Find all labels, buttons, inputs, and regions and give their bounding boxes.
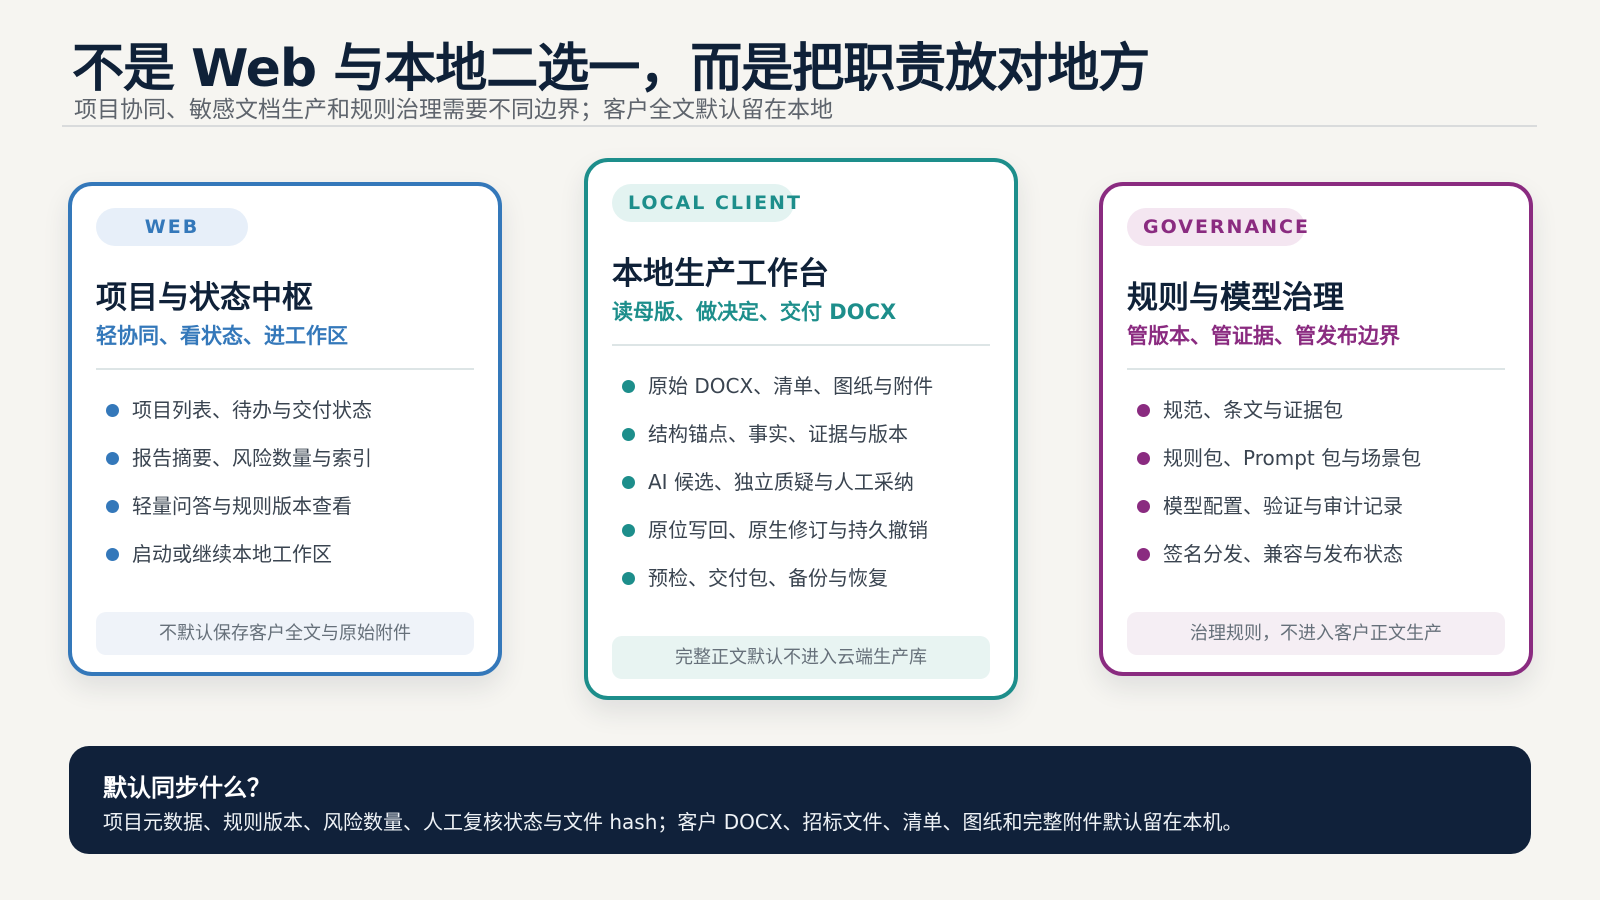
bullet-dot-icon bbox=[1137, 548, 1150, 561]
local-client-tag: LOCAL CLIENT bbox=[612, 184, 800, 222]
list-item: 规则包、Prompt 包与场景包 bbox=[1127, 442, 1421, 490]
bullet-dot-icon bbox=[622, 428, 635, 441]
governance-item-list: 规范、条文与证据包 规则包、Prompt 包与场景包 模型配置、验证与审计记录 … bbox=[1127, 394, 1421, 586]
list-item-label: 模型配置、验证与审计记录 bbox=[1163, 494, 1403, 518]
bullet-dot-icon bbox=[106, 404, 119, 417]
list-item-label: 规范、条文与证据包 bbox=[1163, 398, 1343, 422]
list-item-label: 原位写回、原生修订与持久撤销 bbox=[648, 518, 928, 542]
governance-card-subtitle: 管版本、管证据、管发布边界 bbox=[1127, 324, 1400, 348]
governance-card-divider bbox=[1127, 368, 1505, 370]
local-client-card-subtitle: 读母版、做决定、交付 DOCX bbox=[612, 300, 897, 324]
web-card: WEB 项目与状态中枢 轻协同、看状态、进工作区 项目列表、待办与交付状态 报告… bbox=[68, 182, 502, 676]
list-item: 轻量问答与规则版本查看 bbox=[96, 490, 372, 538]
bullet-dot-icon bbox=[106, 452, 119, 465]
web-card-title: 项目与状态中枢 bbox=[96, 280, 313, 316]
governance-card-note: 治理规则，不进入客户正文生产 bbox=[1127, 612, 1505, 655]
governance-card-title: 规则与模型治理 bbox=[1127, 280, 1344, 316]
list-item: 签名分发、兼容与发布状态 bbox=[1127, 538, 1421, 586]
list-item: 模型配置、验证与审计记录 bbox=[1127, 490, 1421, 538]
bullet-dot-icon bbox=[1137, 404, 1150, 417]
list-item: AI 候选、独立质疑与人工采纳 bbox=[612, 466, 933, 514]
web-item-list: 项目列表、待办与交付状态 报告摘要、风险数量与索引 轻量问答与规则版本查看 启动… bbox=[96, 394, 372, 586]
bullet-dot-icon bbox=[622, 524, 635, 537]
bullet-dot-icon bbox=[1137, 500, 1150, 513]
local-client-card-note: 完整正文默认不进入云端生产库 bbox=[612, 636, 990, 679]
web-card-note: 不默认保存客户全文与原始附件 bbox=[96, 612, 474, 655]
list-item-label: 预检、交付包、备份与恢复 bbox=[648, 566, 888, 590]
list-item: 结构锚点、事实、证据与版本 bbox=[612, 418, 933, 466]
banner-title: 默认同步什么？ bbox=[103, 774, 271, 802]
sync-banner: 默认同步什么？ 项目元数据、规则版本、风险数量、人工复核状态与文件 hash；客… bbox=[69, 746, 1531, 854]
banner-text: 项目元数据、规则版本、风险数量、人工复核状态与文件 hash；客户 DOCX、招… bbox=[103, 810, 1243, 834]
local-client-card-title: 本地生产工作台 bbox=[612, 256, 829, 292]
bullet-dot-icon bbox=[622, 572, 635, 585]
list-item: 报告摘要、风险数量与索引 bbox=[96, 442, 372, 490]
bullet-dot-icon bbox=[622, 380, 635, 393]
list-item-label: 签名分发、兼容与发布状态 bbox=[1163, 542, 1403, 566]
bullet-dot-icon bbox=[106, 548, 119, 561]
list-item-label: 项目列表、待办与交付状态 bbox=[132, 398, 372, 422]
list-item-label: 启动或继续本地工作区 bbox=[132, 542, 332, 566]
header-divider bbox=[62, 125, 1537, 127]
list-item-label: 报告摘要、风险数量与索引 bbox=[132, 446, 372, 470]
governance-tag: GOVERNANCE bbox=[1127, 208, 1308, 246]
list-item-label: 规则包、Prompt 包与场景包 bbox=[1163, 446, 1422, 470]
bullet-dot-icon bbox=[106, 500, 119, 513]
local-client-item-list: 原始 DOCX、清单、图纸与附件 结构锚点、事实、证据与版本 AI 候选、独立质… bbox=[612, 370, 933, 610]
list-item-label: 轻量问答与规则版本查看 bbox=[132, 494, 352, 518]
bullet-dot-icon bbox=[622, 476, 635, 489]
list-item: 规范、条文与证据包 bbox=[1127, 394, 1421, 442]
web-card-divider bbox=[96, 368, 474, 370]
list-item: 原位写回、原生修订与持久撤销 bbox=[612, 514, 933, 562]
local-client-card: LOCAL CLIENT 本地生产工作台 读母版、做决定、交付 DOCX 原始 … bbox=[584, 158, 1018, 700]
governance-card: GOVERNANCE 规则与模型治理 管版本、管证据、管发布边界 规范、条文与证… bbox=[1099, 182, 1533, 676]
web-tag: WEB bbox=[96, 208, 248, 246]
list-item-label: 结构锚点、事实、证据与版本 bbox=[648, 422, 908, 446]
list-item: 预检、交付包、备份与恢复 bbox=[612, 562, 933, 610]
list-item: 项目列表、待办与交付状态 bbox=[96, 394, 372, 442]
list-item: 启动或继续本地工作区 bbox=[96, 538, 372, 586]
page-subtitle: 项目协同、敏感文档生产和规则治理需要不同边界；客户全文默认留在本地 bbox=[74, 97, 833, 123]
list-item-label: 原始 DOCX、清单、图纸与附件 bbox=[648, 374, 934, 398]
bullet-dot-icon bbox=[1137, 452, 1150, 465]
list-item: 原始 DOCX、清单、图纸与附件 bbox=[612, 370, 933, 418]
list-item-label: AI 候选、独立质疑与人工采纳 bbox=[648, 470, 914, 494]
web-card-subtitle: 轻协同、看状态、进工作区 bbox=[96, 324, 348, 348]
local-client-card-divider bbox=[612, 344, 990, 346]
